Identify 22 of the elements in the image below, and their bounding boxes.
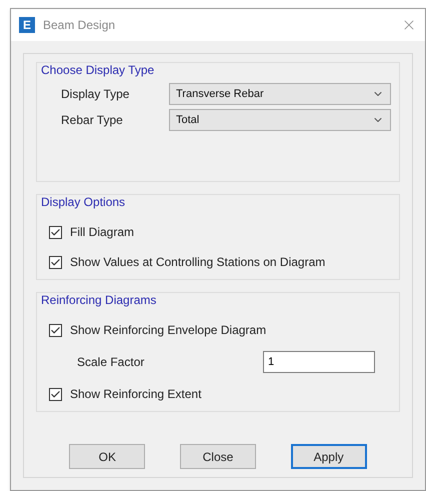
field-label: Rebar Type <box>61 112 124 129</box>
checkbox-label: Fill Diagram <box>70 224 134 241</box>
checkbox-label: Show Reinforcing Envelope Diagram <box>70 322 266 339</box>
field-label: Scale Factor <box>77 354 146 371</box>
window-title: Beam Design <box>43 17 116 34</box>
dropdown[interactable]: Total <box>169 109 391 131</box>
checkbox[interactable] <box>49 324 62 336</box>
checkbox-label: Show Values at Controlling Stations on Diagram <box>70 254 326 271</box>
checkbox[interactable] <box>49 388 62 400</box>
checkbox[interactable] <box>49 256 62 268</box>
dialog-button[interactable]: Close <box>180 444 256 469</box>
group-title: Display Options <box>40 194 126 211</box>
dialog-button[interactable]: OK <box>69 444 146 469</box>
checkbox-label: Show Reinforcing Extent <box>70 386 202 403</box>
field-label: Display Type <box>61 86 130 103</box>
dropdown[interactable]: Transverse Rebar <box>169 83 391 105</box>
group-title: Choose Display Type <box>40 62 156 79</box>
group-title: Reinforcing Diagrams <box>40 292 158 309</box>
checkbox[interactable] <box>49 226 62 238</box>
input-field[interactable]: 1 <box>263 351 375 373</box>
app-logo: E <box>19 17 35 33</box>
dialog-button[interactable]: Apply <box>290 444 367 469</box>
